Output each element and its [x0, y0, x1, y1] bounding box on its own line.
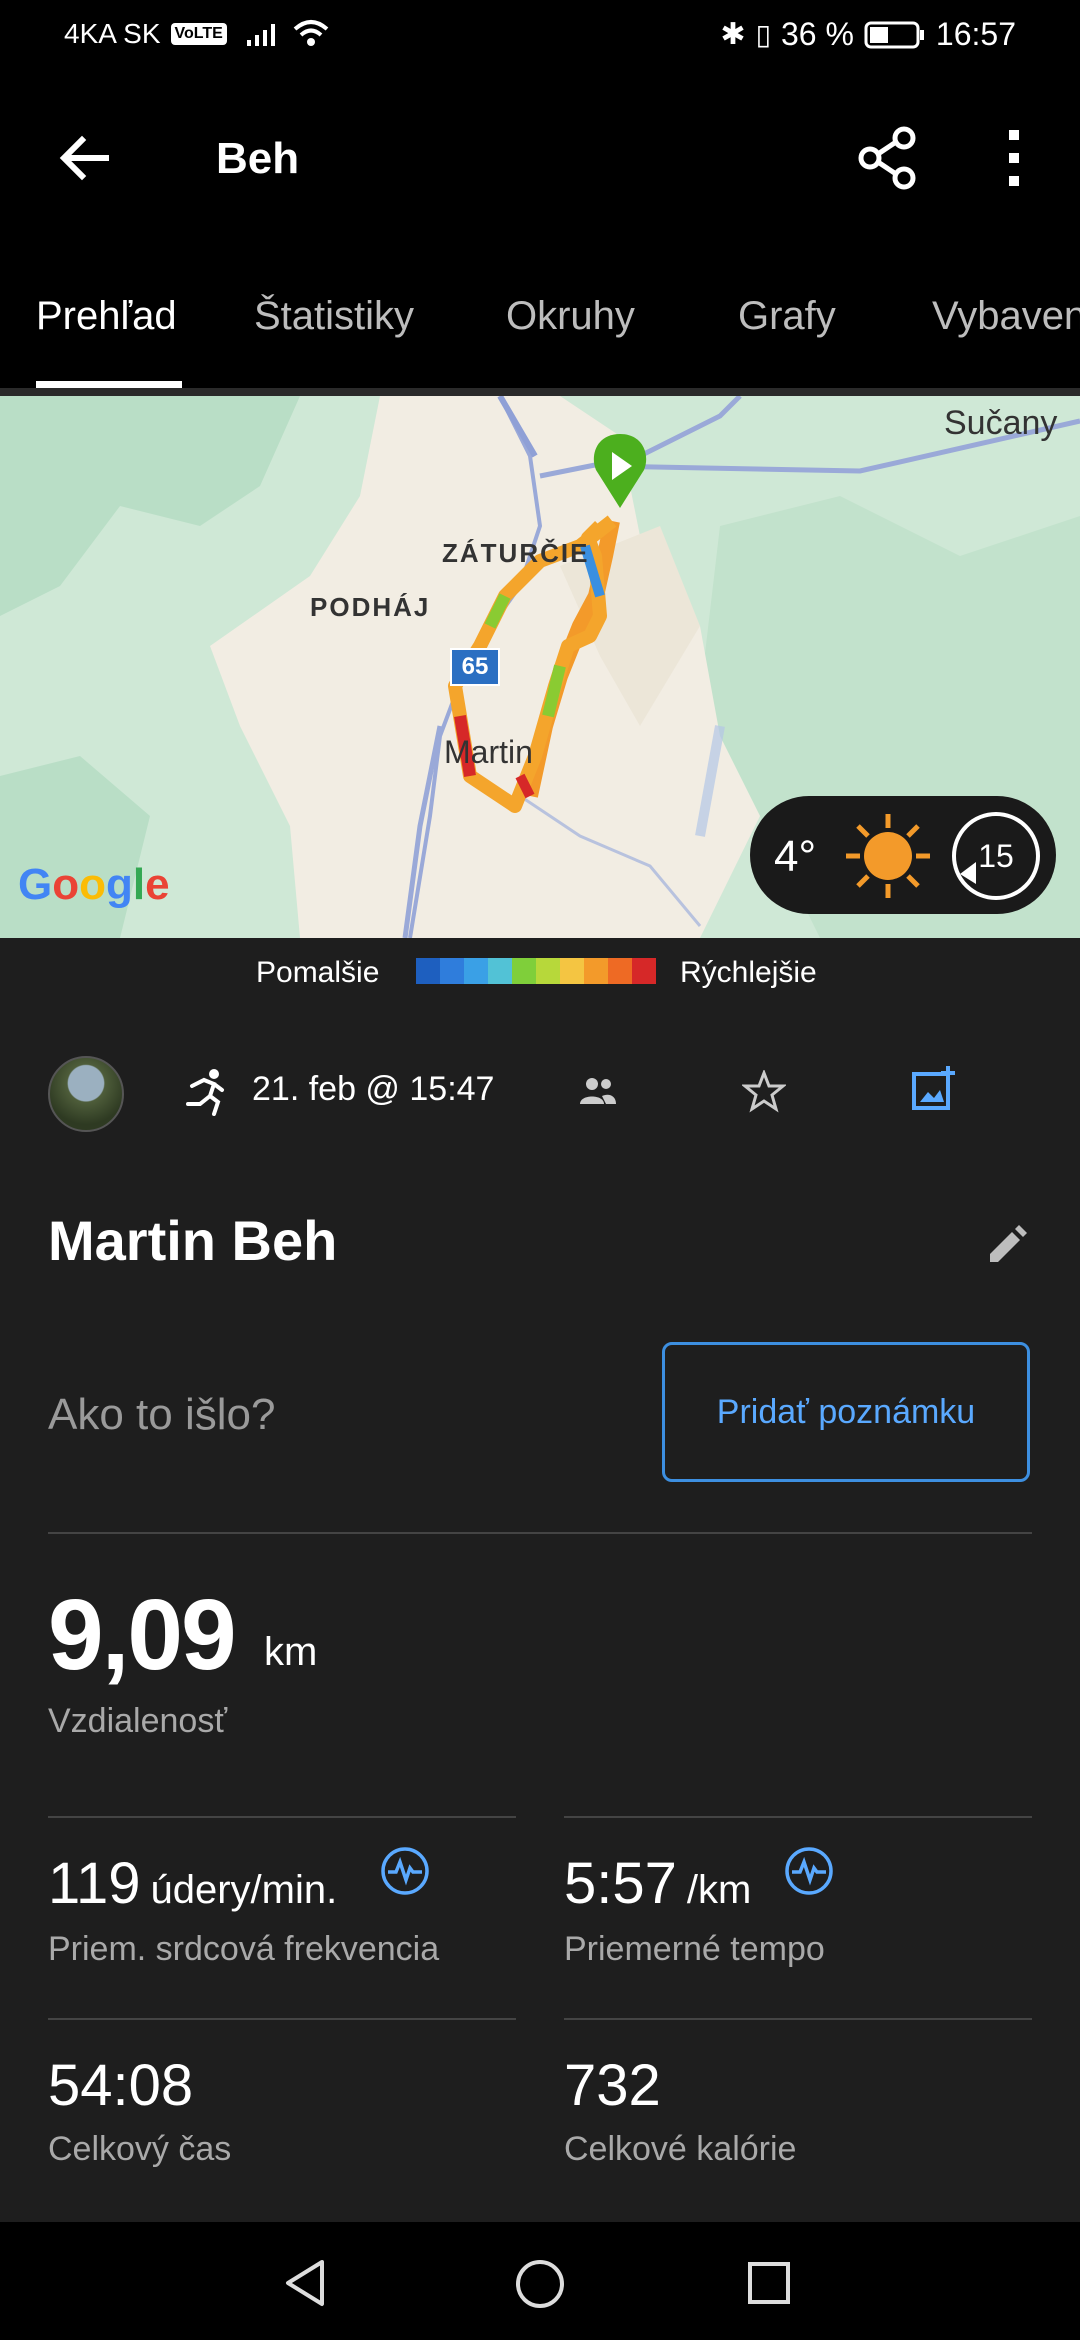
heart-rate-value: 119: [48, 1851, 141, 1916]
distance-label: Vzdialenosť: [48, 1702, 228, 1740]
pace-unit: /km: [686, 1868, 752, 1912]
battery-icon: [864, 21, 924, 48]
star-icon[interactable]: [742, 1070, 786, 1114]
speed-color-bar: [416, 958, 656, 984]
avatar[interactable]: [48, 1056, 124, 1132]
map-label-zaturcie: ZÁTURČIE: [442, 538, 590, 568]
share-icon[interactable]: [858, 126, 918, 190]
total-time-value: 54:08: [48, 2053, 194, 2118]
google-logo: Google: [18, 860, 170, 909]
status-right: ✱ ▯ 36 % 16:57: [720, 16, 1016, 53]
distance-unit: km: [264, 1630, 318, 1674]
weather-badge[interactable]: 4° 15: [750, 796, 1056, 914]
distance-value: 9,09: [48, 1579, 237, 1691]
divider: [48, 2018, 516, 2020]
route-map[interactable]: Sučany ZÁTURČIE PODHÁJ Martin 65 Google …: [0, 396, 1080, 938]
more-vert-icon[interactable]: [1000, 126, 1028, 190]
heart-rate-label: Priem. srdcová frekvencia: [48, 1930, 440, 1968]
calories-value: 732: [564, 2053, 661, 2118]
bluetooth-icon: ✱: [720, 18, 746, 51]
legend-slow-label: Pomalšie: [256, 956, 380, 989]
heart-rate-unit: údery/min.: [150, 1868, 338, 1912]
activity-info-row: 21. feb @ 15:47: [0, 1040, 1080, 1140]
temperature: 4°: [774, 832, 817, 881]
pace-label: Priemerné tempo: [564, 1930, 825, 1968]
tab-statistics[interactable]: Štatistiky: [254, 294, 414, 339]
add-photo-icon[interactable]: [910, 1064, 958, 1114]
nav-recents-icon[interactable]: [746, 2260, 792, 2306]
map-label-martin: Martin: [444, 734, 533, 770]
activity-date: 21. feb @ 15:47: [252, 1070, 495, 1108]
tab-overview[interactable]: Prehľad: [36, 294, 177, 339]
pace-chart-icon[interactable]: [784, 1846, 834, 1896]
tab-charts[interactable]: Grafy: [738, 294, 836, 339]
wind-speed: 15: [978, 838, 1014, 874]
edit-pencil-icon[interactable]: [984, 1222, 1028, 1266]
battery-percent: 36 %: [780, 16, 854, 52]
tab-equipment[interactable]: Vybaven: [932, 294, 1080, 339]
vibrate-icon: ▯: [755, 19, 771, 50]
heart-rate-stat: 119 údery/min.: [48, 1850, 337, 1917]
map-label-podhaj: PODHÁJ: [310, 592, 431, 622]
road-number-badge: 65: [450, 648, 500, 686]
signal-icon: [246, 24, 275, 46]
calories-label: Celkové kalórie: [564, 2130, 797, 2168]
status-left: 4KA SK VoLTE: [64, 18, 331, 50]
running-icon: [186, 1069, 224, 1116]
active-tab-indicator: [36, 381, 182, 388]
system-nav-bar: [0, 2222, 1080, 2340]
legend-fast-label: Rýchlejšie: [680, 956, 817, 989]
pace-stat: 5:57/km: [564, 1850, 751, 1917]
divider: [0, 388, 1080, 396]
people-icon[interactable]: [578, 1076, 618, 1106]
volte-badge: VoLTE: [170, 23, 227, 45]
total-time-label: Celkový čas: [48, 2130, 232, 2168]
sun-icon: [846, 814, 930, 898]
heart-rate-chart-icon[interactable]: [380, 1846, 430, 1896]
page-title: Beh: [216, 134, 300, 183]
carrier-name: 4KA SK: [64, 18, 161, 49]
feeling-prompt: Ako to išlo?: [48, 1390, 276, 1439]
divider: [564, 1816, 1032, 1818]
app-bar: Beh: [0, 78, 1080, 238]
divider: [48, 1816, 516, 1818]
status-bar: 4KA SK VoLTE ✱ ▯ 36 % 16:57: [0, 0, 1080, 78]
activity-title[interactable]: Martin Beh: [48, 1208, 337, 1273]
nav-back-icon[interactable]: [282, 2258, 328, 2308]
speed-legend: Pomalšie Rýchlejšie: [0, 938, 1080, 1008]
nav-home-icon[interactable]: [514, 2258, 566, 2310]
tab-laps[interactable]: Okruhy: [506, 294, 635, 339]
back-arrow-icon[interactable]: [54, 128, 114, 188]
divider: [48, 1532, 1032, 1534]
pace-value: 5:57: [564, 1851, 677, 1916]
divider: [564, 2018, 1032, 2020]
add-note-button[interactable]: Pridať poznámku: [662, 1342, 1030, 1482]
clock: 16:57: [935, 16, 1016, 52]
map-label-sucany: Sučany: [944, 404, 1058, 442]
wifi-icon: [293, 20, 329, 46]
tab-bar: Prehľad Štatistiky Okruhy Grafy Vybaven: [0, 238, 1080, 388]
